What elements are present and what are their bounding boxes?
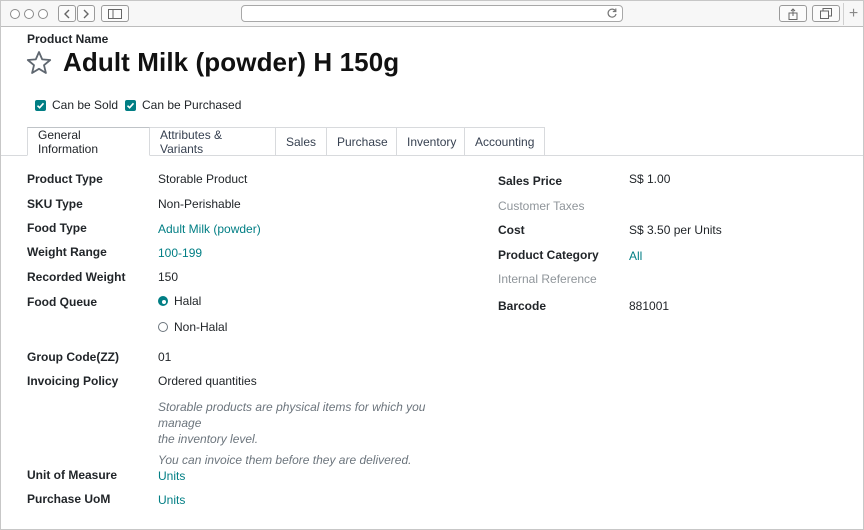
- notebook-tabs: General Information Attributes & Variant…: [27, 127, 545, 156]
- minimize-window-icon[interactable]: [24, 9, 34, 19]
- invoicing-help-line-2: the inventory level.: [158, 432, 259, 446]
- reload-icon[interactable]: [606, 7, 618, 19]
- invoicing-help-line-1: Storable products are physical items for…: [158, 400, 426, 430]
- back-button[interactable]: [58, 5, 76, 22]
- barcode-field[interactable]: 881001: [629, 299, 669, 313]
- food-queue-label: Food Queue: [27, 295, 97, 309]
- customer-taxes-label: Customer Taxes: [498, 199, 585, 213]
- recorded-weight-label: Recorded Weight: [27, 270, 126, 284]
- sku-type-field[interactable]: Non-Perishable: [158, 197, 241, 211]
- weight-range-link[interactable]: 100-199: [158, 246, 202, 260]
- invoicing-policy-field[interactable]: Ordered quantities: [158, 374, 257, 388]
- product-name-input[interactable]: Adult Milk (powder) H 150g: [63, 47, 399, 78]
- tabs-icon: [820, 8, 832, 19]
- tab-general-information[interactable]: General Information: [27, 127, 150, 156]
- maximize-window-icon[interactable]: [38, 9, 48, 19]
- halal-option-label: Halal: [174, 294, 202, 308]
- address-bar[interactable]: [241, 5, 623, 22]
- product-type-field[interactable]: Storable Product: [158, 172, 247, 186]
- can-be-sold-label: Can be Sold: [52, 98, 119, 112]
- cost-unit: per Units: [673, 223, 722, 237]
- checkbox-checked-icon[interactable]: [35, 99, 46, 111]
- invoicing-policy-help: Storable products are physical items for…: [158, 399, 468, 468]
- product-category-label: Product Category: [498, 248, 599, 262]
- tabs-overview-button[interactable]: [812, 5, 840, 22]
- close-window-icon[interactable]: [10, 9, 20, 19]
- can-be-sold-checkbox[interactable]: Can be Sold: [35, 98, 118, 112]
- food-queue-option-non-halal[interactable]: Non-Halal: [158, 320, 227, 334]
- product-type-label: Product Type: [27, 172, 103, 186]
- forward-button[interactable]: [77, 5, 95, 22]
- radio-selected-icon[interactable]: [158, 296, 168, 306]
- browser-toolbar: +: [0, 0, 864, 27]
- food-type-link[interactable]: Adult Milk (powder): [158, 222, 261, 236]
- purchase-uom-link[interactable]: Units: [158, 493, 185, 507]
- sidebar-icon: [108, 8, 122, 19]
- favorite-star-icon[interactable]: [26, 50, 52, 76]
- group-code-field[interactable]: 01: [158, 350, 171, 364]
- tab-attributes-variants[interactable]: Attributes & Variants: [150, 127, 276, 156]
- cost-label: Cost: [498, 223, 525, 237]
- unit-of-measure-link[interactable]: Units: [158, 469, 185, 483]
- tab-inventory[interactable]: Inventory: [397, 127, 465, 156]
- tab-sales[interactable]: Sales: [276, 127, 327, 156]
- purchase-uom-label: Purchase UoM: [27, 492, 111, 506]
- share-icon: [788, 7, 798, 20]
- sidebar-toggle-button[interactable]: [101, 5, 129, 22]
- share-button[interactable]: [779, 5, 807, 22]
- sku-type-label: SKU Type: [27, 197, 83, 211]
- unit-of-measure-label: Unit of Measure: [27, 468, 118, 482]
- group-code-label: Group Code(ZZ): [27, 350, 119, 364]
- internal-reference-label: Internal Reference: [498, 272, 597, 286]
- cost-value: S$ 3.50: [629, 223, 671, 237]
- new-tab-button[interactable]: +: [843, 3, 863, 25]
- food-type-label: Food Type: [27, 221, 87, 235]
- invoicing-help-line-3: You can invoice them before they are del…: [158, 453, 412, 467]
- radio-unselected-icon[interactable]: [158, 322, 168, 332]
- non-halal-option-label: Non-Halal: [174, 320, 228, 334]
- weight-range-label: Weight Range: [27, 245, 107, 259]
- invoicing-policy-label: Invoicing Policy: [27, 374, 119, 388]
- product-name-label: Product Name: [27, 32, 109, 46]
- chevron-left-icon: [64, 9, 70, 18]
- sales-price-field[interactable]: S$ 1.00: [629, 172, 670, 186]
- can-be-purchased-checkbox[interactable]: Can be Purchased: [125, 98, 241, 112]
- barcode-label: Barcode: [498, 299, 547, 313]
- product-category-link[interactable]: All: [629, 249, 642, 263]
- chevron-right-icon: [83, 9, 89, 18]
- checkbox-checked-icon[interactable]: [125, 99, 136, 111]
- sales-price-label: Sales Price: [498, 174, 563, 188]
- recorded-weight-field[interactable]: 150: [158, 270, 178, 284]
- tab-accounting[interactable]: Accounting: [465, 127, 545, 156]
- can-be-purchased-label: Can be Purchased: [142, 98, 242, 112]
- tab-purchase[interactable]: Purchase: [327, 127, 397, 156]
- food-queue-option-halal[interactable]: Halal: [158, 294, 201, 308]
- cost-field[interactable]: S$ 3.50 per Units: [629, 223, 722, 237]
